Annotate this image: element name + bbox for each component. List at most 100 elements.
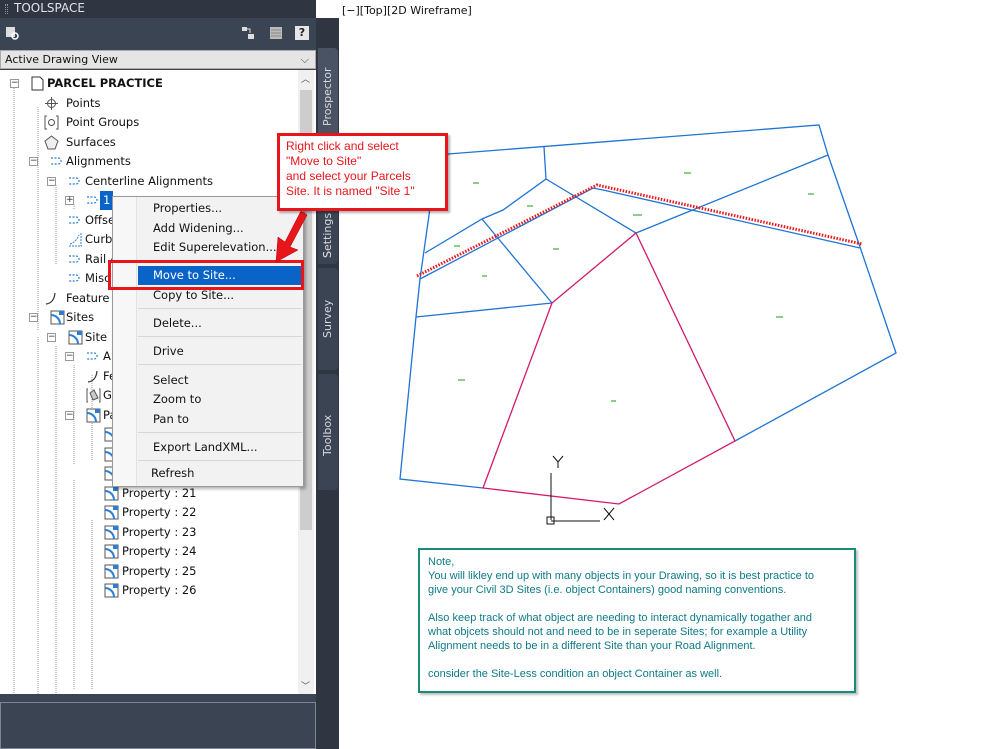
tree-item-label: Property : 22 xyxy=(122,505,197,519)
parcel-icon xyxy=(104,583,119,598)
note-box: Note, You will likley end up with many o… xyxy=(418,548,856,693)
collapse-icon[interactable]: − xyxy=(29,157,38,166)
tab-survey[interactable]: Survey xyxy=(318,268,338,370)
tree-item-label: Alignments xyxy=(66,154,131,168)
tree-item[interactable]: Property : 25 xyxy=(0,562,300,581)
offset-alignment-icon xyxy=(68,213,83,228)
tree-item[interactable]: Property : 23 xyxy=(0,523,300,542)
tab-toolbox[interactable]: Toolbox xyxy=(318,374,338,490)
tree-item[interactable]: − Centerline Alignments xyxy=(0,172,300,191)
tab-toolbox-label: Toolbox xyxy=(321,414,334,456)
collapse-icon[interactable]: − xyxy=(65,352,74,361)
feature-line-icon xyxy=(86,369,101,384)
menu-item-refresh[interactable]: Refresh xyxy=(138,464,302,483)
collapse-icon[interactable]: − xyxy=(47,332,56,342)
collapse-icon[interactable]: − xyxy=(65,410,74,420)
point-groups-icon xyxy=(44,115,59,130)
tree-item[interactable]: Points xyxy=(0,94,300,113)
menu-item-select[interactable]: Select xyxy=(138,371,302,390)
tab-prospector[interactable]: Prospector xyxy=(318,48,338,144)
menu-item-delete[interactable]: Delete... xyxy=(138,314,302,333)
feature-line-icon xyxy=(44,291,59,306)
misc-alignment-icon xyxy=(68,271,83,286)
parcel-boundary xyxy=(447,124,897,442)
scroll-down-icon[interactable]: ﹀ xyxy=(301,679,310,692)
view-dropdown[interactable]: Active Drawing View ⌵ xyxy=(0,50,316,69)
drawing-view-icon[interactable] xyxy=(5,26,19,40)
tree-item[interactable]: Point Groups xyxy=(0,113,300,132)
tree-item-label: PARCEL PRACTICE xyxy=(47,76,163,90)
tree-item-label: Curb xyxy=(85,232,113,246)
tree-item[interactable]: Property : 24 xyxy=(0,542,300,561)
drawing-icon xyxy=(30,76,45,91)
tree-item-label: Centerline Alignments xyxy=(85,173,214,188)
parcel-icon xyxy=(104,564,119,579)
surfaces-icon xyxy=(44,134,59,150)
alignment-icon xyxy=(86,193,101,208)
alignment-icon xyxy=(86,349,101,364)
parcel-labels xyxy=(454,172,814,402)
callout-arrow xyxy=(275,210,308,263)
instruction-callout: Right click and select "Move to Site" an… xyxy=(277,133,448,211)
menu-separator xyxy=(138,308,302,309)
tab-settings-initial: S xyxy=(321,251,334,258)
alignment-line xyxy=(419,187,861,280)
menu-item-drive[interactable]: Drive xyxy=(138,342,302,361)
parcels-icon xyxy=(86,408,101,423)
tree-item[interactable]: Surfaces xyxy=(0,133,300,152)
tree-item-label: A xyxy=(103,349,111,363)
item-view-panel xyxy=(0,702,316,749)
grading-icon xyxy=(86,388,101,403)
menu-item-zoom-to[interactable]: Zoom to xyxy=(138,390,302,409)
collapse-icon[interactable]: − xyxy=(29,313,38,322)
tree-item-label: Point Groups xyxy=(66,115,140,129)
collapse-icon[interactable]: − xyxy=(47,176,56,186)
parcel-icon xyxy=(104,525,119,540)
points-icon xyxy=(44,96,59,111)
help-icon[interactable]: ? xyxy=(295,26,309,40)
tree-item[interactable]: Property : 26 xyxy=(0,581,300,600)
collapse-icon[interactable]: − xyxy=(10,79,19,88)
menu-separator xyxy=(138,460,302,461)
tree-item-label: Property : 23 xyxy=(122,524,197,539)
tree-item-label: Sites xyxy=(66,310,95,324)
tree-item-label: Surfaces xyxy=(66,134,116,149)
expand-icon[interactable]: + xyxy=(65,196,74,205)
chevron-down-icon: ⌵ xyxy=(300,53,309,66)
tree-item[interactable]: − Alignments xyxy=(0,152,300,171)
scroll-up-icon[interactable]: ︿ xyxy=(301,72,310,85)
site-icon xyxy=(68,330,83,345)
ucs-icon xyxy=(546,455,615,525)
view-dropdown-value: Active Drawing View xyxy=(5,53,118,66)
parcel-line xyxy=(481,218,553,304)
tree-item-label: Property : 24 xyxy=(122,544,197,558)
tree-item-label: Property : 26 xyxy=(122,583,197,597)
menu-separator xyxy=(138,432,302,433)
tab-survey-label: Survey xyxy=(321,299,334,338)
alignment-icon xyxy=(50,154,65,169)
drawing-canvas[interactable] xyxy=(339,0,999,540)
rail-alignment-icon xyxy=(68,252,83,267)
tree-item-label: Property : 25 xyxy=(122,563,197,578)
tree-item-label: Misc xyxy=(85,271,111,285)
toolspace-title: TOOLSPACE xyxy=(14,1,85,15)
menu-item-export-landxml[interactable]: Export LandXML... xyxy=(138,438,302,457)
toolspace-title-bar[interactable]: TOOLSPACE xyxy=(0,0,316,18)
menu-separator xyxy=(138,336,302,337)
tree-item[interactable]: − PARCEL PRACTICE xyxy=(0,74,300,93)
menu-item-pan-to[interactable]: Pan to xyxy=(138,410,302,429)
tree-item[interactable]: Property : 22 xyxy=(0,503,300,522)
site-parcel-lines xyxy=(482,231,736,505)
item-view-icon[interactable] xyxy=(241,26,255,40)
toolspace-side-tabs: Prospector Settings S Survey Toolbox xyxy=(316,18,339,749)
tree-item-label: Offse xyxy=(85,212,116,227)
alignment-icon xyxy=(68,174,83,189)
curb-return-icon xyxy=(68,232,83,247)
parcel-line xyxy=(545,154,829,234)
grip-icon[interactable] xyxy=(5,4,8,14)
parcel-lines xyxy=(399,124,897,489)
note-title: Note, xyxy=(428,556,455,568)
sites-icon xyxy=(50,310,65,325)
tab-prospector-label: Prospector xyxy=(321,67,334,126)
list-view-icon[interactable] xyxy=(269,26,283,40)
